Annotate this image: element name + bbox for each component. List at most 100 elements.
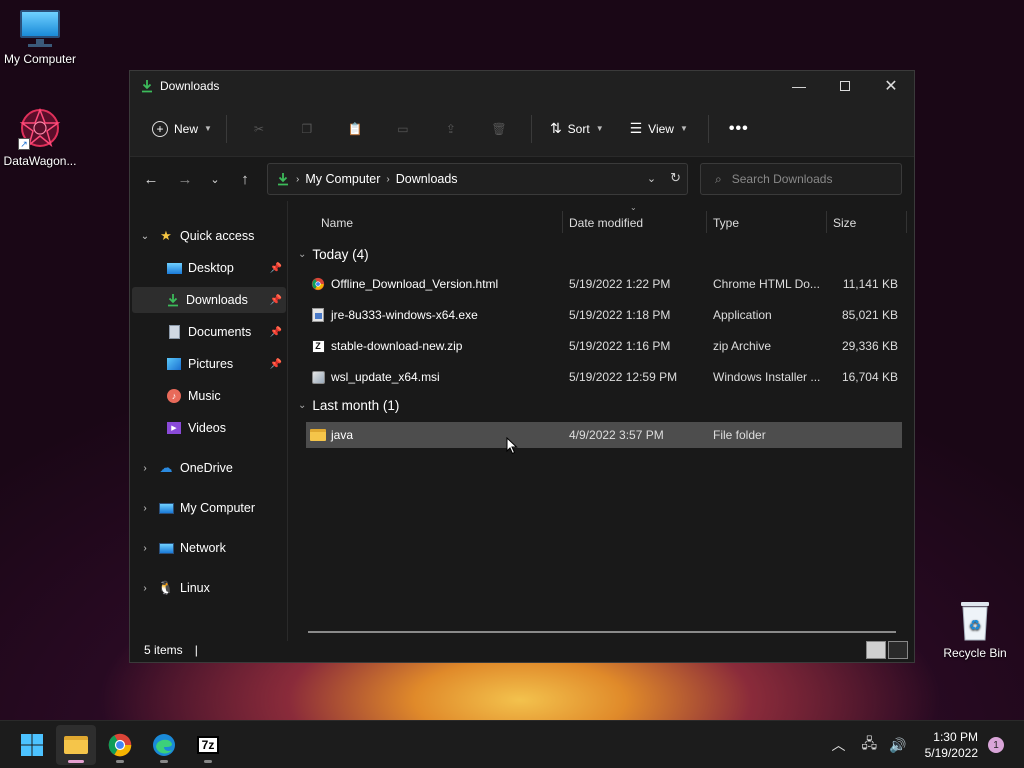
chevron-right-icon: › (143, 582, 147, 594)
desktop-icon-recycle-bin[interactable]: ♻ Recycle Bin (935, 598, 1015, 660)
sidebar-item-quick-access[interactable]: ⌄ ★ Quick access (132, 223, 286, 249)
navigation-bar: ← → ⌄ ↑ › My Computer › Downloads ⌄ ↻ ⌕ … (130, 157, 914, 201)
address-dropdown-icon[interactable]: ⌄ (647, 172, 656, 185)
column-divider[interactable] (826, 211, 827, 233)
desktop-icon-datawagon[interactable]: ↗ DataWagon... (0, 106, 80, 168)
sidebar-item-documents[interactable]: Documents 📌 (132, 319, 286, 345)
refresh-icon[interactable]: ↻ (670, 170, 681, 186)
sidebar-item-linux[interactable]: › 🐧 Linux (132, 575, 286, 601)
sidebar-item-downloads[interactable]: Downloads 📌 (132, 287, 286, 313)
sidebar-item-network[interactable]: › Network (132, 535, 286, 561)
msi-icon (310, 369, 326, 385)
status-bar: 5 items | (130, 638, 914, 662)
horizontal-scrollbar[interactable] (308, 631, 896, 633)
sidebar-item-videos[interactable]: ▶ Videos (132, 415, 286, 441)
network-icon (158, 540, 174, 556)
taskbar-edge[interactable] (144, 725, 184, 765)
table-row[interactable]: jre-8u333-windows-x64.exe 5/19/2022 1:18… (306, 302, 902, 328)
breadcrumb-downloads[interactable]: Downloads (396, 172, 458, 186)
taskbar-7zip[interactable]: 7z (188, 725, 228, 765)
clock[interactable]: 1:30 PM 5/19/2022 (925, 729, 978, 761)
file-type: Application (713, 308, 772, 322)
linux-tux-icon: 🐧 (157, 580, 175, 595)
view-list-icon: ☰ (629, 120, 643, 136)
back-button[interactable]: ← (136, 164, 166, 194)
share-button[interactable]: ⇪ (427, 122, 475, 136)
details-view-button[interactable] (866, 641, 886, 659)
rename-button[interactable]: ▭ (379, 122, 427, 136)
search-input[interactable]: Search Downloads (732, 172, 833, 186)
forward-button[interactable]: → (170, 164, 200, 194)
cloud-icon: ☁ (159, 460, 173, 475)
column-header-type[interactable]: Type (713, 211, 739, 235)
file-name: Offline_Download_Version.html (331, 277, 499, 291)
file-list: Name ⌄ Date modified Type Size ⌄ Today (… (290, 201, 914, 641)
chevron-expanded-icon: ⌄ (298, 400, 307, 411)
monitor-icon (158, 500, 174, 516)
exe-icon (310, 307, 326, 323)
plus-circle-icon: + (152, 120, 168, 137)
copy-button[interactable]: ❐ (283, 122, 331, 136)
taskbar-file-explorer[interactable] (56, 725, 96, 765)
sort-button[interactable]: ⇅ Sort ▼ (544, 114, 610, 143)
column-divider[interactable] (562, 211, 563, 233)
breadcrumb-my-computer[interactable]: My Computer (305, 172, 380, 186)
music-icon: ♪ (166, 388, 182, 404)
chevron-up-icon[interactable]: ︿ (832, 735, 846, 755)
paste-button[interactable]: 📋 (331, 122, 379, 136)
more-options-button[interactable]: ••• (723, 114, 755, 144)
column-header-size[interactable]: Size (833, 211, 856, 235)
volume-icon[interactable]: 🔊 (889, 737, 906, 754)
chevron-down-icon: ⌄ (210, 173, 220, 186)
sidebar-label: Desktop (188, 261, 234, 275)
large-icons-view-button[interactable] (888, 641, 908, 659)
table-row[interactable]: Z stable-download-new.zip 5/19/2022 1:16… (306, 333, 902, 359)
monitor-icon (18, 10, 62, 48)
clock-date: 5/19/2022 (924, 746, 978, 760)
document-icon (166, 324, 182, 340)
table-row[interactable]: java 4/9/2022 3:57 PM File folder (306, 422, 902, 448)
column-header-name[interactable]: Name (321, 211, 353, 235)
rename-icon: ▭ (397, 121, 409, 136)
cut-button[interactable]: ✂ (235, 122, 283, 136)
group-header-today[interactable]: ⌄ Today (4) (298, 247, 369, 262)
trash-icon: 🗑 (491, 121, 507, 136)
recent-locations-button[interactable]: ⌄ (200, 164, 230, 194)
view-button[interactable]: ☰ View ▼ (624, 114, 694, 143)
delete-button[interactable]: 🗑 (475, 122, 523, 136)
sidebar-item-music[interactable]: ♪ Music (132, 383, 286, 409)
taskbar-chrome[interactable] (100, 725, 140, 765)
maximize-button[interactable] (822, 71, 868, 101)
new-button[interactable]: + New ▼ (146, 115, 218, 143)
sidebar-item-onedrive[interactable]: › ☁ OneDrive (132, 455, 286, 481)
running-indicator (204, 760, 212, 763)
table-row[interactable]: Offline_Download_Version.html 5/19/2022 … (306, 271, 902, 297)
column-divider[interactable] (706, 211, 707, 233)
up-button[interactable]: ↑ (230, 164, 260, 194)
desktop-icon-my-computer[interactable]: My Computer (0, 10, 80, 66)
minimize-button[interactable]: — (776, 71, 822, 101)
table-row[interactable]: wsl_update_x64.msi 5/19/2022 12:59 PM Wi… (306, 364, 902, 390)
sidebar-item-my-computer[interactable]: › My Computer (132, 495, 286, 521)
chevron-right-icon: › (143, 502, 147, 514)
title-bar[interactable]: Downloads — ✕ (130, 71, 914, 101)
navigation-pane: ⌄ ★ Quick access Desktop 📌 Downloads 📌 D… (130, 201, 288, 641)
chrome-html-icon (310, 276, 326, 292)
address-bar[interactable]: › My Computer › Downloads ⌄ ↻ (267, 163, 688, 195)
start-button[interactable] (12, 725, 52, 765)
item-count: 5 items (144, 643, 183, 657)
close-button[interactable]: ✕ (868, 71, 914, 101)
file-size: 11,141 KB (842, 277, 898, 291)
sidebar-item-pictures[interactable]: Pictures 📌 (132, 351, 286, 377)
column-header-date[interactable]: Date modified (569, 211, 643, 235)
new-label: New (174, 121, 199, 136)
toolbar-divider (530, 114, 532, 143)
column-divider[interactable] (906, 211, 907, 233)
group-header-last-month[interactable]: ⌄ Last month (1) (298, 398, 399, 413)
file-size: 85,021 KB (841, 308, 898, 322)
file-date: 5/19/2022 1:22 PM (569, 277, 671, 291)
sidebar-item-desktop[interactable]: Desktop 📌 (132, 255, 286, 281)
notification-badge[interactable]: 1 (988, 737, 1004, 753)
network-status-icon[interactable]: 🖧 (862, 733, 878, 757)
search-box[interactable]: ⌕ Search Downloads (700, 163, 902, 195)
